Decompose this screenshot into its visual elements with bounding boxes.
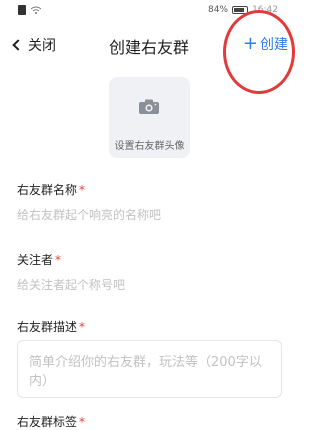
required-marker: * <box>79 183 86 197</box>
required-marker: * <box>79 415 86 429</box>
battery-icon <box>232 6 249 14</box>
name-input[interactable]: 给右友群起个响亮的名称吧 <box>17 206 161 223</box>
tags-label-text: 右友群标签 <box>17 415 78 429</box>
followers-field-label: 关注者 * <box>17 251 61 268</box>
plus-icon: + <box>242 33 258 54</box>
create-button[interactable]: + 创建 <box>243 34 288 54</box>
create-label: 创建 <box>260 37 288 53</box>
avatar-upload-button[interactable]: 设置右友群头像 <box>109 77 190 158</box>
required-marker: * <box>79 320 86 334</box>
description-placeholder: 简单介绍你的右友群，玩法等（200字以内） <box>29 355 262 389</box>
sim-card-icon <box>18 5 26 15</box>
followers-input[interactable]: 给关注者起个称号吧 <box>17 276 125 293</box>
tags-field-label: 右友群标签 * <box>17 413 85 430</box>
camera-icon <box>139 99 159 114</box>
status-bar: 84% 16:42 <box>0 0 298 22</box>
status-left <box>18 5 41 15</box>
name-label-text: 右友群名称 <box>17 183 78 197</box>
description-label-text: 右友群描述 <box>17 320 78 334</box>
status-right: 84% 16:42 <box>208 5 278 15</box>
status-time: 16:42 <box>252 5 278 15</box>
avatar-label: 设置右友群头像 <box>114 141 185 152</box>
followers-label-text: 关注者 <box>17 253 54 267</box>
description-field-label: 右友群描述 * <box>17 318 85 335</box>
required-marker: * <box>55 253 62 267</box>
name-field-label: 右友群名称 * <box>17 181 85 198</box>
nav-bar: 关闭 创建右友群 + 创建 <box>0 28 298 60</box>
wifi-icon <box>31 6 41 14</box>
battery-percent: 84% <box>208 5 229 15</box>
description-textarea[interactable]: 简单介绍你的右友群，玩法等（200字以内） <box>17 340 282 398</box>
